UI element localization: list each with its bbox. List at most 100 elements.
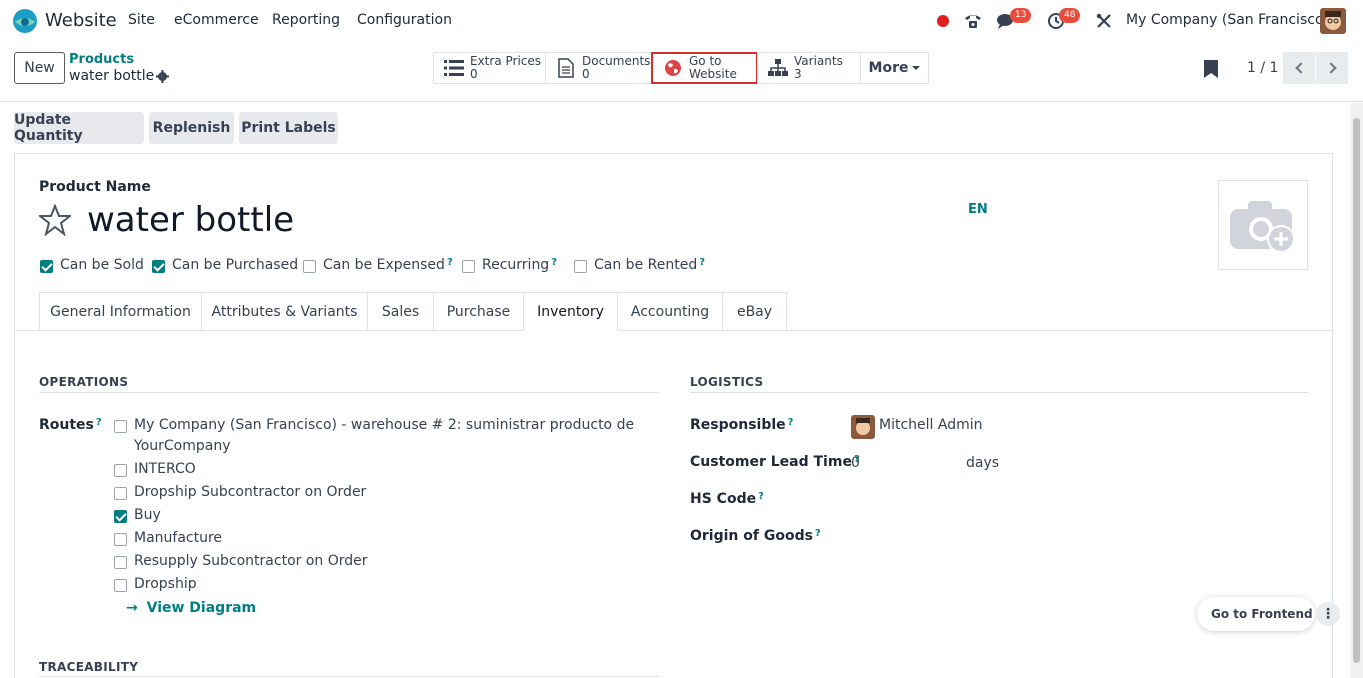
help-icon[interactable]: ? <box>551 257 557 268</box>
divider <box>39 392 659 393</box>
pager-previous-button[interactable] <box>1283 52 1315 84</box>
website-app-icon[interactable] <box>12 8 38 34</box>
route-label-resupply-subcontractor: Resupply Subcontractor on Order <box>134 553 368 569</box>
recurring-checkbox[interactable] <box>462 260 475 273</box>
can-be-purchased-checkbox[interactable] <box>152 260 165 273</box>
origin-of-goods-input[interactable] <box>851 527 1051 547</box>
breadcrumb-parent[interactable]: Products <box>69 52 134 67</box>
user-avatar[interactable] <box>1320 8 1346 34</box>
notebook-tabs: General Information Attributes & Variant… <box>15 292 1332 331</box>
go-to-website-button[interactable]: Go to Website <box>651 52 758 84</box>
globe-icon <box>663 58 683 78</box>
product-name-input[interactable]: water bottle <box>87 200 294 240</box>
responsible-label: Responsible? <box>690 417 794 433</box>
route-checkbox-interco[interactable] <box>114 464 127 477</box>
go-to-label: Go to <box>689 54 722 68</box>
activities-badge: 48 <box>1059 8 1081 23</box>
route-checkbox-resupply-subcontractor[interactable] <box>114 556 127 569</box>
more-options-icon[interactable]: ⋮ <box>1316 602 1340 626</box>
hs-code-input[interactable] <box>851 490 1051 510</box>
gear-icon[interactable] <box>156 70 169 83</box>
variants-value: 3 <box>794 67 802 81</box>
can-be-purchased-label: Can be Purchased <box>172 257 299 273</box>
can-be-sold-checkbox[interactable] <box>40 260 53 273</box>
menu-ecommerce[interactable]: eCommerce <box>174 12 259 28</box>
can-be-expensed-checkbox[interactable] <box>303 260 316 273</box>
divider <box>690 392 1309 393</box>
debug-tools-icon[interactable] <box>1095 12 1113 30</box>
route-checkbox-buy[interactable] <box>114 510 127 523</box>
help-icon[interactable]: ? <box>699 257 705 268</box>
tab-attributes-variants[interactable]: Attributes & Variants <box>201 292 368 330</box>
app-name[interactable]: Website <box>45 10 117 31</box>
update-quantity-button[interactable]: Update Quantity <box>14 112 144 144</box>
can-be-sold-label: Can be Sold <box>60 257 144 273</box>
product-image-placeholder[interactable] <box>1218 180 1308 270</box>
form-content: Update Quantity Replenish Print Labels P… <box>0 103 1350 678</box>
more-label: More <box>868 60 909 76</box>
help-icon[interactable]: ? <box>815 528 821 539</box>
documents-label: Documents <box>582 54 651 68</box>
route-checkbox-dropship-subcontractor[interactable] <box>114 487 127 500</box>
variants-button[interactable]: Variants 3 <box>757 52 861 84</box>
new-button[interactable]: New <box>14 52 65 84</box>
traceability-section-title: TRACEABILITY <box>39 660 139 674</box>
breadcrumb-current: water bottle <box>69 68 155 84</box>
scrollbar-thumb[interactable] <box>1353 118 1360 663</box>
extra-prices-label: Extra Prices <box>470 54 542 68</box>
documents-button[interactable]: Documents 0 <box>545 52 652 84</box>
tab-accounting[interactable]: Accounting <box>617 292 723 330</box>
route-label-dropship-subcontractor: Dropship Subcontractor on Order <box>134 484 367 500</box>
tab-ebay[interactable]: eBay <box>722 292 787 330</box>
route-checkbox-dropship[interactable] <box>114 579 127 592</box>
view-diagram-link[interactable]: → View Diagram <box>126 600 256 616</box>
website-label: Website <box>689 67 737 81</box>
language-button[interactable]: EN <box>968 202 988 217</box>
tab-general-information[interactable]: General Information <box>39 292 202 330</box>
chevron-right-icon <box>1324 62 1337 74</box>
responsible-field[interactable]: Mitchell Admin <box>879 417 983 433</box>
more-button[interactable]: More <box>860 52 929 84</box>
help-icon[interactable]: ? <box>788 417 794 428</box>
tab-inventory[interactable]: Inventory <box>523 292 618 331</box>
route-label-interco: INTERCO <box>134 461 196 477</box>
can-be-rented-checkbox[interactable] <box>574 260 587 273</box>
route-label-buy: Buy <box>134 507 161 523</box>
tab-purchase[interactable]: Purchase <box>433 292 524 330</box>
recurring-label: Recurring? <box>482 257 558 273</box>
lead-time-unit: days <box>966 455 1000 471</box>
go-to-frontend-button[interactable]: Go to Frontend <box>1211 607 1313 621</box>
company-switcher[interactable]: My Company (San Francisco) <box>1126 12 1329 28</box>
logistics-section-title: LOGISTICS <box>690 375 764 389</box>
extra-prices-value: 0 <box>470 67 478 81</box>
messages-badge: 13 <box>1010 8 1032 23</box>
pager-value[interactable]: 1 / 1 <box>1247 60 1278 76</box>
customer-lead-time-label: Customer Lead Time? <box>690 454 860 470</box>
recording-indicator-icon[interactable] <box>937 15 949 27</box>
arrow-right-icon: → <box>126 600 138 616</box>
print-labels-button[interactable]: Print Labels <box>239 112 338 144</box>
menu-site[interactable]: Site <box>128 12 155 28</box>
help-icon[interactable]: ? <box>447 257 453 268</box>
list-icon <box>444 58 464 78</box>
route-checkbox-manufacture[interactable] <box>114 533 127 546</box>
help-icon[interactable]: ? <box>758 491 764 502</box>
replenish-button[interactable]: Replenish <box>149 112 234 144</box>
document-icon <box>556 58 576 78</box>
pager-next-button[interactable] <box>1316 52 1348 84</box>
bookmark-icon[interactable] <box>1204 60 1218 78</box>
favorite-star-icon[interactable] <box>37 203 73 237</box>
help-icon[interactable]: ? <box>96 417 102 428</box>
menu-configuration[interactable]: Configuration <box>357 12 452 28</box>
extra-prices-button[interactable]: Extra Prices 0 <box>433 52 546 84</box>
route-label-warehouse2-cont: YourCompany <box>134 438 231 454</box>
phone-icon[interactable] <box>963 11 983 31</box>
divider <box>39 676 659 677</box>
route-checkbox-warehouse2[interactable] <box>114 420 127 433</box>
variants-label: Variants <box>794 54 843 68</box>
customer-lead-time-input[interactable]: 0 <box>851 455 961 471</box>
control-panel: New Products water bottle Extra Prices 0 … <box>0 42 1363 102</box>
menu-reporting[interactable]: Reporting <box>272 12 340 28</box>
tab-sales[interactable]: Sales <box>367 292 434 330</box>
camera-plus-icon <box>1230 201 1295 253</box>
